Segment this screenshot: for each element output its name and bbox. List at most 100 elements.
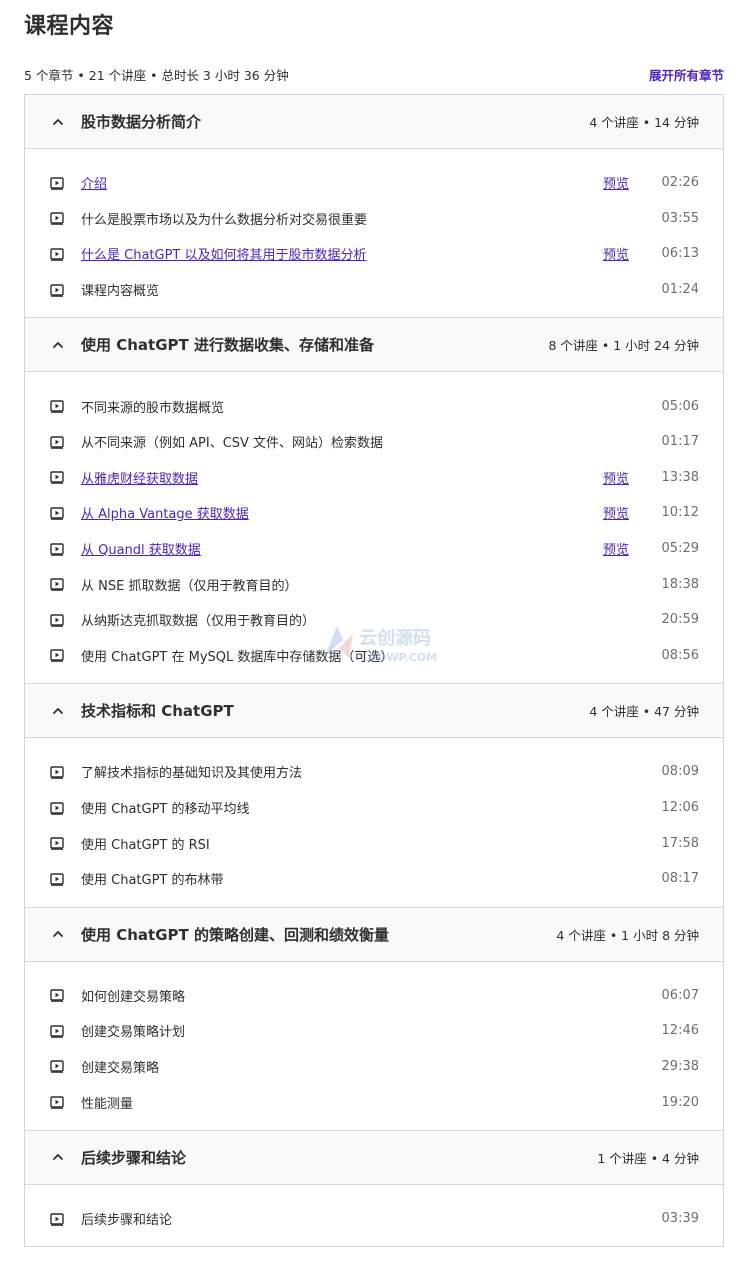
lecture-duration: 06:13 (661, 246, 699, 262)
section-lecture-list: 后续步骤和结论 03:39 (25, 1185, 723, 1248)
lecture-duration: 29:38 (661, 1058, 699, 1074)
section-meta: 4 个讲座 • 47 分钟 (589, 704, 699, 720)
section-meta: 4 个讲座 • 14 分钟 (589, 115, 699, 130)
lecture-title: 不同来源的股市数据概览 (81, 400, 225, 416)
lecture-title-link[interactable]: 介绍 (81, 173, 603, 192)
lecture-title-link[interactable]: 从 Alpha Vantage 获取数据 (81, 503, 603, 522)
lecture-duration: 18:38 (661, 576, 699, 592)
play-video-icon (49, 282, 65, 298)
lecture-title: 课程内容概览 (81, 284, 160, 300)
lecture-duration: 03:55 (661, 210, 699, 226)
lecture-item: 从不同来源（例如 API、CSV 文件、网站）检索数据 01:17 (25, 424, 723, 460)
lecture-title: 什么是股票市场以及为什么数据分析对交易很重要 (81, 212, 368, 228)
lecture-title: 使用 ChatGPT 在 MySQL 数据库中存储数据（可选） (81, 649, 394, 665)
lecture-item: 课程内容概览 01:24 (25, 272, 723, 308)
section-meta: 4 个讲座 • 1 小时 8 分钟 (556, 927, 699, 943)
section-meta: 1 个讲座 • 4 分钟 (597, 1150, 699, 1166)
chevron-up-icon (51, 704, 65, 718)
play-video-icon (49, 1094, 65, 1110)
curriculum-accordion: 股市数据分析简介 4 个讲座 • 14 分钟介绍 预览 02:26 什么是股票市场以及为… (24, 94, 724, 1248)
lecture-item[interactable]: 从 Alpha Vantage 获取数据 预览 10:12 (25, 495, 723, 531)
lecture-title: 后续步骤和结论 (81, 1213, 173, 1229)
preview-link[interactable]: 预览 (603, 173, 629, 192)
play-video-icon (49, 541, 65, 557)
lecture-duration: 10:12 (661, 505, 699, 521)
preview-link[interactable]: 预览 (603, 468, 629, 487)
lecture-duration: 05:29 (661, 541, 699, 557)
lecture-item: 创建交易策略计划 12:46 (25, 1013, 723, 1049)
page-title: 课程内容 (24, 14, 115, 39)
lecture-duration: 20:59 (661, 612, 699, 628)
section-lecture-list: 如何创建交易策略 06:07 创建交易策略计划 12:46 创建交易策略 29:38 性能测… (25, 962, 723, 1131)
section-title: 使用 ChatGPT 进行数据收集、存储和准备 (81, 336, 374, 355)
section-header[interactable]: 股市数据分析简介 4 个讲座 • 14 分钟 (25, 95, 723, 149)
lecture-title: 从不同来源（例如 API、CSV 文件、网站）检索数据 (81, 436, 384, 452)
lecture-duration: 06:07 (661, 987, 699, 1003)
section-header[interactable]: 技术指标和 ChatGPT 4 个讲座 • 47 分钟 (25, 684, 723, 739)
preview-link[interactable]: 预览 (603, 503, 629, 522)
lecture-duration: 13:38 (661, 469, 699, 485)
section-title: 股市数据分析简介 (81, 113, 202, 131)
lecture-title: 性能测量 (81, 1096, 134, 1112)
lecture-duration: 05:06 (661, 398, 699, 414)
expand-all-sections-button[interactable]: 展开所有章节 (649, 65, 724, 84)
lecture-title-link[interactable]: 从 Quandl 获取数据 (81, 539, 603, 558)
section-header[interactable]: 使用 ChatGPT 的策略创建、回测和绩效衡量 4 个讲座 • 1 小时 8 分… (25, 907, 723, 962)
section-title: 使用 ChatGPT 的策略创建、回测和绩效衡量 (81, 925, 389, 944)
lecture-title: 使用 ChatGPT 的 RSI (81, 837, 210, 853)
play-video-icon (49, 1023, 65, 1039)
lecture-item[interactable]: 介绍 预览 02:26 (25, 165, 723, 201)
lecture-item[interactable]: 从 Quandl 获取数据 预览 05:29 (25, 531, 723, 567)
chevron-up-icon (51, 927, 65, 941)
play-video-icon (49, 1211, 65, 1227)
chevron-up-icon (51, 338, 65, 352)
section-lecture-list: 介绍 预览 02:26 什么是股票市场以及为什么数据分析对交易很重要 03:55 什么是 … (25, 149, 723, 319)
lecture-item: 从纳斯达克抓取数据（仅用于教育目的） 20:59 (25, 602, 723, 638)
play-video-icon (49, 647, 65, 663)
lecture-item: 创建交易策略 29:38 (25, 1049, 723, 1085)
section-title: 技术指标和 ChatGPT (81, 702, 234, 721)
play-video-icon (49, 246, 65, 262)
lecture-item: 使用 ChatGPT 的移动平均线 12:06 (25, 790, 723, 826)
play-video-icon (49, 764, 65, 780)
lecture-item: 不同来源的股市数据概览 05:06 (25, 388, 723, 424)
curriculum-summary-bar: 5 个章节 • 21 个讲座 • 总时长 3 小时 36 分钟 展开所有章节 (24, 64, 724, 84)
lecture-title: 了解技术指标的基础知识及其使用方法 (81, 766, 303, 782)
chevron-up-icon (51, 1150, 65, 1164)
lecture-item[interactable]: 什么是 ChatGPT 以及如何将其用于股市数据分析 预览 06:13 (25, 236, 723, 272)
lecture-item: 使用 ChatGPT 的 RSI 17:58 (25, 825, 723, 861)
lecture-item[interactable]: 从雅虎财经获取数据 预览 13:38 (25, 460, 723, 496)
lecture-title: 从 NSE 抓取数据（仅用于教育目的） (81, 578, 298, 594)
section-header[interactable]: 后续步骤和结论 1 个讲座 • 4 分钟 (25, 1130, 723, 1185)
lecture-title: 创建交易策略 (81, 1060, 160, 1076)
section-meta: 8 个讲座 • 1 小时 24 分钟 (548, 338, 699, 354)
play-video-icon (49, 175, 65, 191)
lecture-title-link[interactable]: 从雅虎财经获取数据 (81, 468, 603, 487)
lecture-duration: 03:39 (661, 1211, 699, 1227)
play-video-icon (49, 505, 65, 521)
lecture-duration: 17:58 (661, 835, 699, 851)
lecture-item: 如何创建交易策略 06:07 (25, 978, 723, 1014)
lecture-duration: 19:20 (661, 1094, 699, 1110)
lecture-duration: 08:09 (661, 764, 699, 780)
lecture-duration: 08:56 (661, 647, 699, 663)
lecture-title: 使用 ChatGPT 的移动平均线 (81, 802, 250, 818)
lecture-duration: 01:24 (661, 282, 699, 298)
section-lecture-list: 不同来源的股市数据概览 05:06 从不同来源（例如 API、CSV 文件、网站）检… (25, 372, 723, 685)
lecture-duration: 12:46 (661, 1023, 699, 1039)
lecture-duration: 08:17 (661, 871, 699, 887)
lecture-item: 使用 ChatGPT 的布林带 08:17 (25, 861, 723, 897)
play-video-icon (49, 398, 65, 414)
lecture-title: 从纳斯达克抓取数据（仅用于教育目的） (81, 614, 316, 630)
play-video-icon (49, 987, 65, 1003)
preview-link[interactable]: 预览 (603, 539, 629, 558)
chevron-up-icon (51, 115, 65, 129)
lecture-title-link[interactable]: 什么是 ChatGPT 以及如何将其用于股市数据分析 (81, 244, 603, 263)
lecture-item: 从 NSE 抓取数据（仅用于教育目的） 18:38 (25, 566, 723, 602)
lecture-duration: 01:17 (661, 434, 699, 450)
section-header[interactable]: 使用 ChatGPT 进行数据收集、存储和准备 8 个讲座 • 1 小时 24 分… (25, 318, 723, 373)
section-lecture-list: 了解技术指标的基础知识及其使用方法 08:09 使用 ChatGPT 的移动平均线 1… (25, 738, 723, 908)
section-title: 后续步骤和结论 (81, 1148, 187, 1167)
preview-link[interactable]: 预览 (603, 244, 629, 263)
play-video-icon (49, 800, 65, 816)
